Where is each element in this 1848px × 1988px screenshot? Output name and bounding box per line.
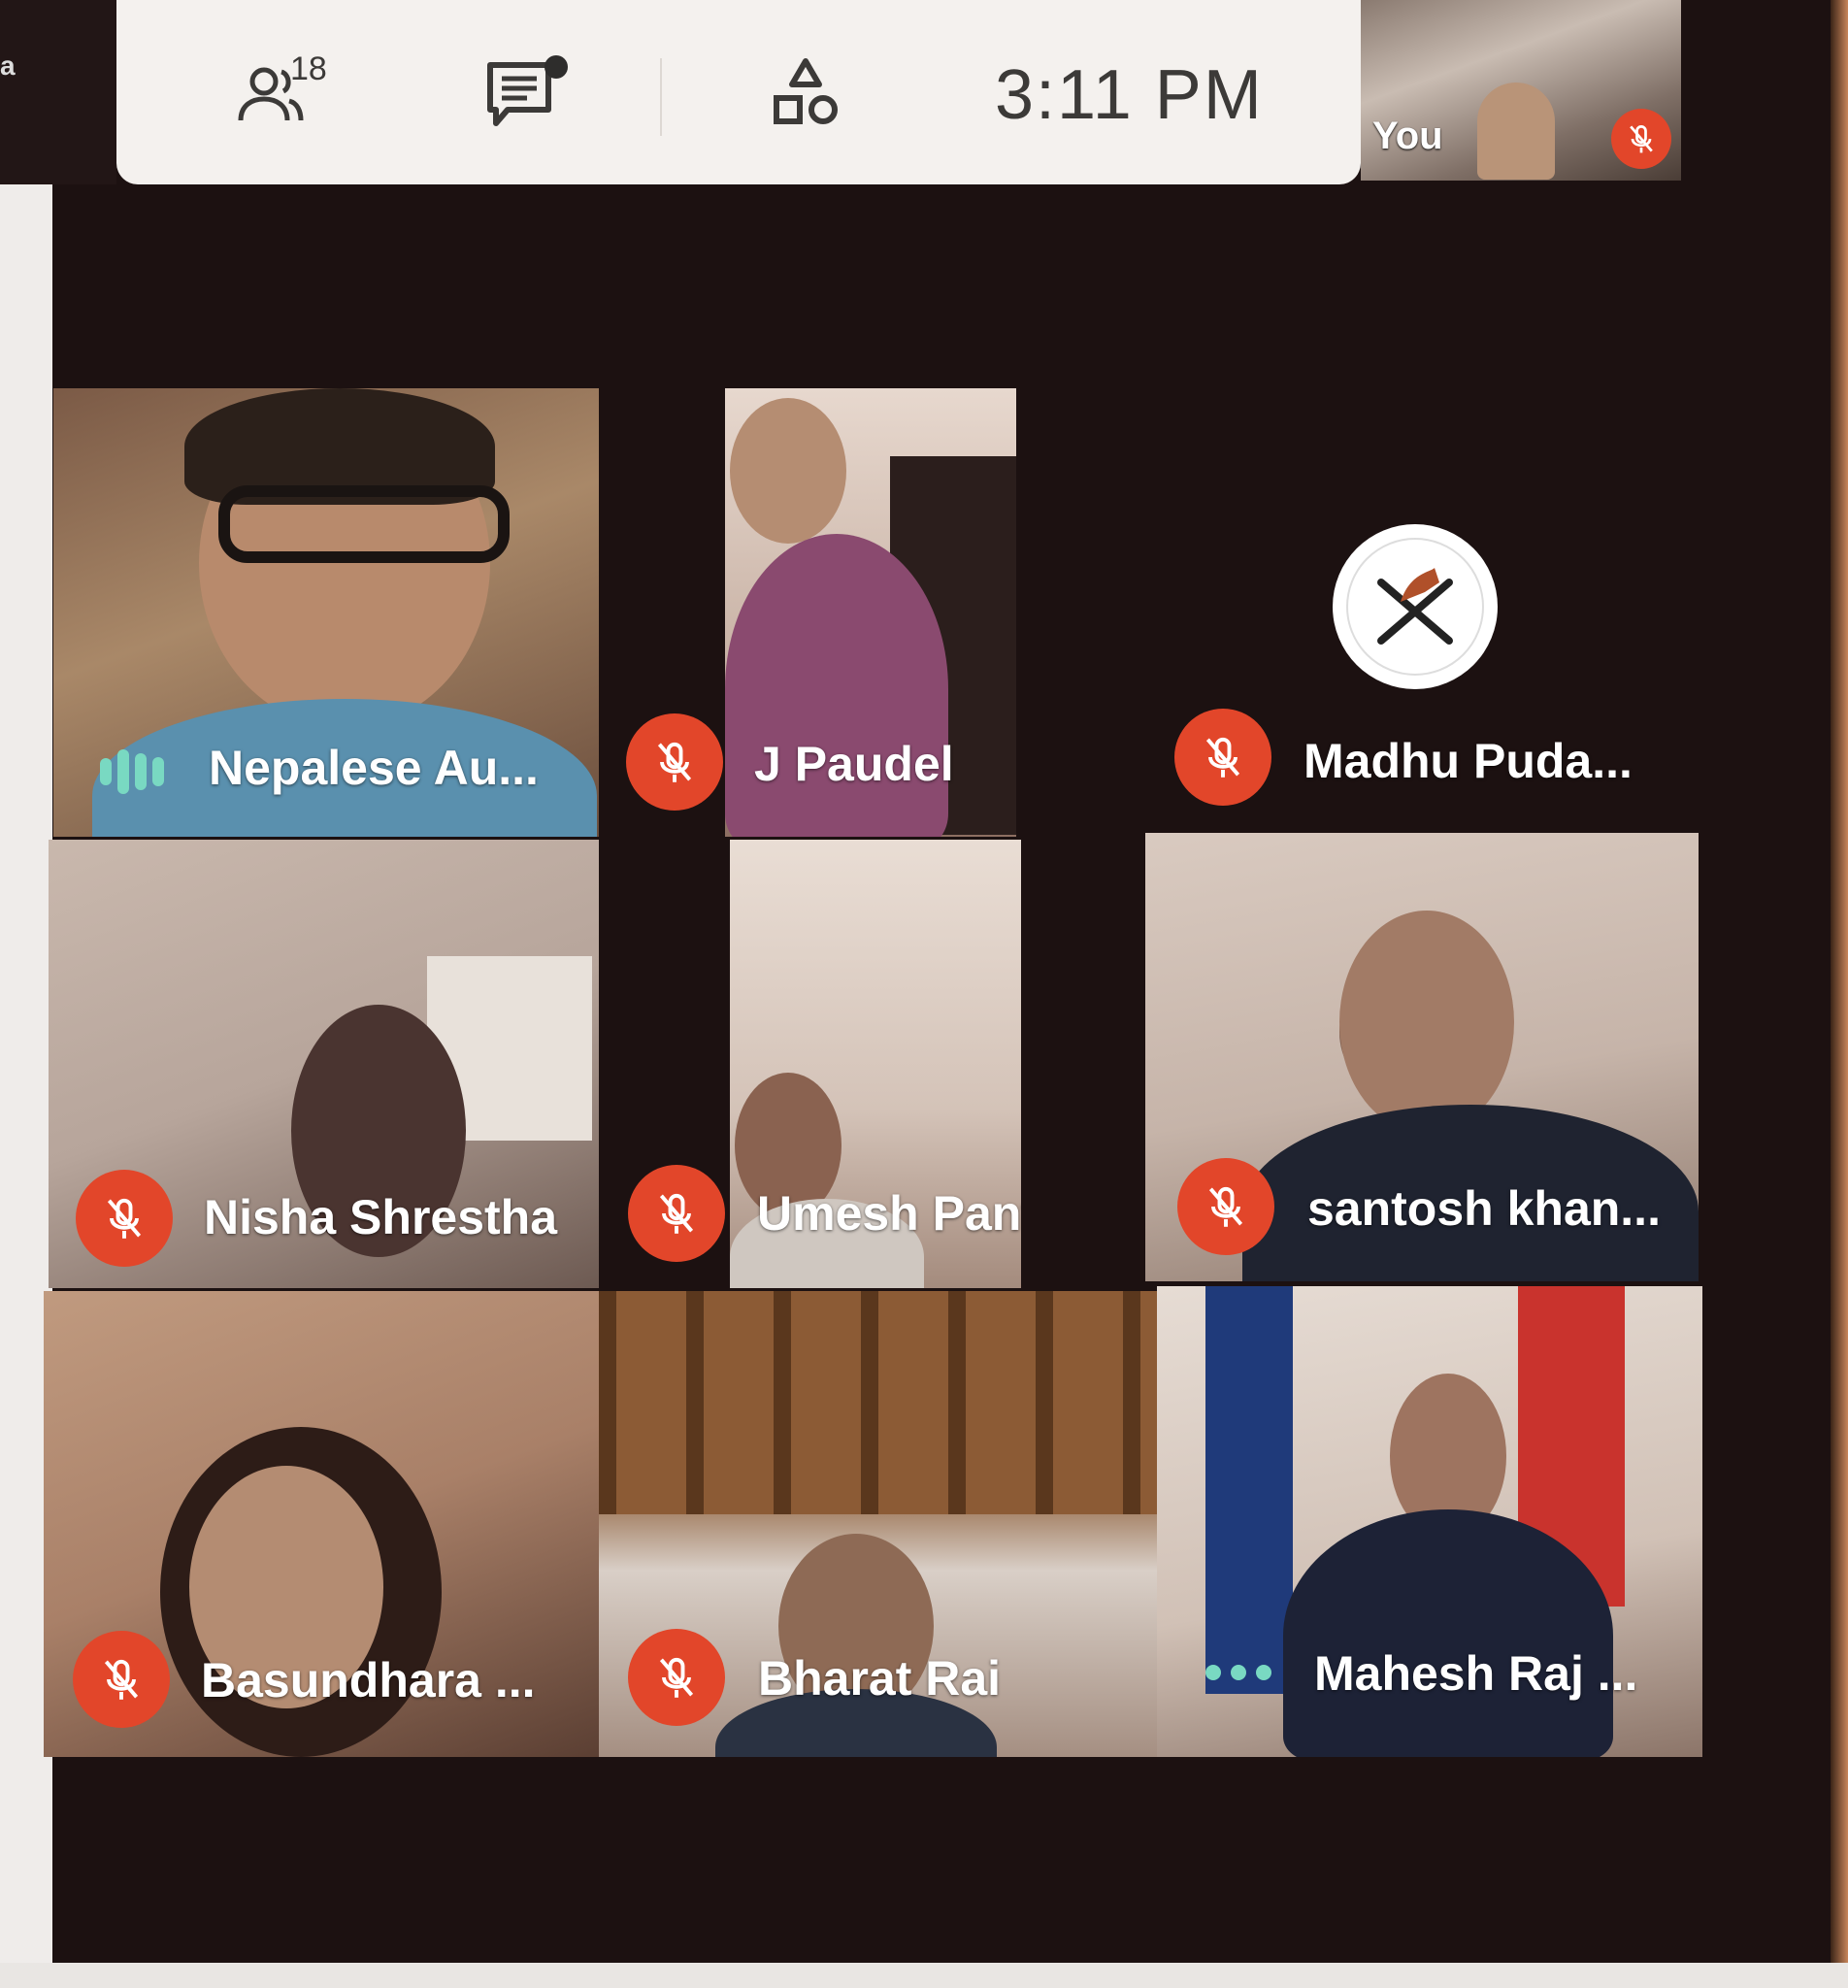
participant-count: 18 (290, 50, 327, 87)
participant-name: Madhu Puda... (1304, 734, 1633, 788)
more-options-icon[interactable] (1205, 1665, 1271, 1680)
participant-figure (730, 398, 846, 544)
logo-emblem-icon (1346, 538, 1484, 676)
meeting-clock: 3:11 PM (995, 56, 1264, 134)
meeting-toolbar: 18 3:11 PM (116, 0, 1361, 184)
mic-muted-indicator (73, 1631, 170, 1728)
mic-off-icon (1630, 125, 1653, 153)
participant-suit (1283, 1509, 1613, 1757)
participant-tile[interactable]: J Paudel (599, 388, 1016, 837)
speaking-indicator (100, 749, 164, 794)
participant-name: Mahesh Raj ... (1314, 1646, 1638, 1701)
participant-tile[interactable]: Nepalese Au... (53, 388, 599, 837)
participant-glasses (218, 485, 510, 563)
toolbar-divider (660, 58, 662, 136)
participant-name: J Paudel (754, 737, 954, 791)
participant-name: Umesh Panta (757, 1186, 1021, 1241)
mic-off-icon (659, 1193, 694, 1234)
participant-tile[interactable]: Bharat Rai (599, 1291, 1157, 1757)
mic-off-icon (1205, 737, 1240, 778)
self-view-label: You (1372, 115, 1443, 157)
wooden-ceiling (599, 1291, 1157, 1514)
people-button[interactable]: 18 (209, 50, 345, 138)
self-mic-muted-indicator (1611, 109, 1671, 169)
mic-off-icon (107, 1198, 142, 1239)
participant-name: Bharat Rai (758, 1651, 1002, 1706)
participant-name: Nepalese Au... (209, 741, 539, 795)
mic-off-icon (659, 1657, 694, 1698)
left-top-corner: a (0, 0, 116, 184)
left-edge-text: a (0, 50, 16, 81)
activities-icon (774, 58, 838, 124)
mic-muted-indicator (626, 713, 723, 811)
participant-name: santosh khan... (1307, 1181, 1661, 1236)
mic-muted-indicator (628, 1629, 725, 1726)
participant-tile[interactable]: Madhu Puda... (1145, 388, 1699, 837)
association-logo (1333, 524, 1498, 689)
self-view[interactable]: You (1361, 0, 1681, 181)
mic-off-icon (657, 742, 692, 782)
participant-name: Basundhara ... (201, 1653, 536, 1707)
participant-name: Nisha Shrestha (204, 1190, 558, 1244)
bottom-strip (0, 1963, 1848, 1988)
participant-tile[interactable]: Umesh Panta (599, 840, 1021, 1288)
participant-tile[interactable]: santosh khan... (1145, 833, 1699, 1281)
participant-tile[interactable]: Mahesh Raj ... (1157, 1286, 1702, 1757)
meeting-screen: a 18 3:11 PM You Nepalese Au... J Paudel… (0, 0, 1848, 1988)
self-view-person (1477, 83, 1555, 180)
australia-flag (1205, 1286, 1293, 1694)
activities-button[interactable] (747, 50, 864, 138)
chat-icon (487, 55, 568, 126)
mic-muted-indicator (76, 1170, 173, 1267)
mic-muted-indicator (628, 1165, 725, 1262)
mic-off-icon (1208, 1186, 1243, 1227)
participant-tile[interactable]: Basundhara ... (44, 1291, 599, 1757)
mic-muted-indicator (1177, 1158, 1274, 1255)
monitor-bezel (1831, 0, 1848, 1988)
mic-muted-indicator (1174, 709, 1271, 806)
participant-figure (1339, 911, 1514, 1134)
participant-tile[interactable]: Nisha Shrestha (49, 840, 599, 1288)
chat-button[interactable] (476, 50, 582, 138)
mic-off-icon (104, 1659, 139, 1700)
